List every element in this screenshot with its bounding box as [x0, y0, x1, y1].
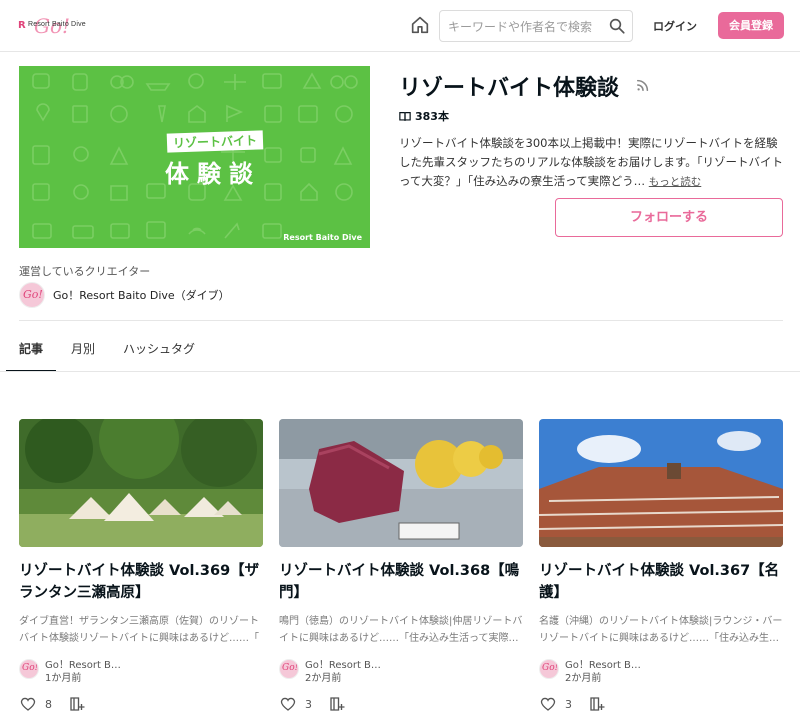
like-count: 8: [45, 697, 52, 711]
divider: [0, 371, 800, 372]
article-card[interactable]: リゾートバイト体験談 Vol.368【鳴門】 鳴門（徳島）のリゾートバイト体験談…: [279, 419, 523, 719]
heart-icon[interactable]: [279, 695, 297, 713]
article-excerpt: 鳴門（徳島）のリゾートバイト体験談|仲居リゾートバイトに興味はあるけど……「住み…: [279, 616, 523, 644]
rss-icon[interactable]: [636, 78, 650, 92]
login-link[interactable]: ログイン: [653, 18, 697, 34]
description-text: リゾートバイト体験談を300本以上掲載中！実際にリゾートバイトを経験した先輩スタ…: [399, 136, 783, 188]
post-time: 2か月前: [565, 673, 602, 684]
article-thumbnail[interactable]: [19, 419, 263, 547]
divider: [19, 320, 783, 321]
magazine-description: リゾートバイト体験談を300本以上掲載中！実際にリゾートバイトを経験した先輩スタ…: [399, 134, 783, 192]
article-thumbnail[interactable]: [539, 419, 783, 547]
add-to-magazine-icon[interactable]: [588, 695, 606, 713]
tab-articles[interactable]: 記事: [6, 334, 57, 372]
post-time: 1か月前: [45, 673, 82, 684]
like-count: 3: [565, 697, 572, 711]
article-actions: 3: [279, 695, 523, 713]
home-icon[interactable]: [409, 14, 431, 36]
tab-hashtag[interactable]: ハッシュタグ: [123, 334, 195, 372]
author-name: Go！Resort B…: [45, 660, 121, 671]
search-box[interactable]: [439, 10, 633, 42]
heart-icon[interactable]: [539, 695, 557, 713]
article-title[interactable]: リゾートバイト体験談 Vol.369【ザランタン三瀬高原】: [19, 560, 263, 604]
magazine-tabs: 記事 月別 ハッシュタグ: [6, 334, 223, 372]
search-icon[interactable]: [608, 17, 626, 35]
magazine-title: リゾートバイト体験談: [399, 76, 620, 101]
article-excerpt: 名護（沖縄）のリゾートバイト体験談|ラウンジ・バーリゾートバイトに興味はあるけど…: [539, 616, 783, 644]
follow-button[interactable]: フォローする: [555, 198, 783, 237]
cover-brand: Resort Baito Dive: [283, 233, 362, 242]
article-card[interactable]: リゾートバイト体験談 Vol.369【ザランタン三瀬高原】 ダイブ直営！ザランタ…: [19, 419, 263, 719]
site-logo[interactable]: Go! R Resort Baito Dive: [18, 10, 88, 42]
article-title[interactable]: リゾートバイト体験談 Vol.368【鳴門】: [279, 560, 523, 604]
avatar: Go!: [279, 659, 299, 679]
article-author[interactable]: Go! Go！Resort B… 2か月前: [539, 659, 783, 685]
add-to-magazine-icon[interactable]: [328, 695, 346, 713]
article-count-value: 383本: [415, 110, 449, 123]
signup-button[interactable]: 会員登録: [718, 12, 784, 39]
article-author[interactable]: Go! Go！Resort B… 2か月前: [279, 659, 523, 685]
article-actions: 3: [539, 695, 783, 713]
article-card[interactable]: リゾートバイト体験談 Vol.367【名護】 名護（沖縄）のリゾートバイト体験談…: [539, 419, 783, 719]
like-count: 3: [305, 697, 312, 711]
cover-badge-main: 体験談: [165, 160, 261, 188]
avatar: Go!: [19, 659, 39, 679]
article-title[interactable]: リゾートバイト体験談 Vol.367【名護】: [539, 560, 783, 604]
tab-monthly[interactable]: 月別: [71, 334, 95, 372]
article-thumbnail[interactable]: [279, 419, 523, 547]
search-input[interactable]: [448, 17, 608, 37]
avatar: Go!: [539, 659, 559, 679]
book-icon: [399, 111, 411, 121]
article-excerpt: ダイブ直営！ザランタン三瀬高原（佐賀）のリゾートバイト体験談リゾートバイトに興味…: [19, 616, 259, 644]
read-more-link[interactable]: もっと読む: [649, 176, 702, 188]
article-author[interactable]: Go! Go！Resort B… 1か月前: [19, 659, 263, 685]
post-time: 2か月前: [305, 673, 342, 684]
add-to-magazine-icon[interactable]: [68, 695, 86, 713]
magazine-cover-image[interactable]: リゾートバイト 体験談 Resort Baito Dive: [19, 66, 370, 248]
creator-name: Go！Resort Baito Dive（ダイブ）: [53, 289, 230, 302]
avatar: Go!: [19, 282, 45, 308]
heart-icon[interactable]: [19, 695, 37, 713]
creator-link[interactable]: Go! Go！Resort Baito Dive（ダイブ）: [19, 282, 230, 308]
creator-label: 運営しているクリエイター: [19, 265, 151, 278]
author-name: Go！Resort B…: [305, 660, 381, 671]
article-count: 383本: [399, 108, 449, 124]
article-actions: 8: [19, 695, 263, 713]
author-name: Go！Resort B…: [565, 660, 641, 671]
top-header: Go! R Resort Baito Dive ログイン 会員登録: [0, 0, 800, 52]
cover-badge-top: リゾートバイト: [166, 130, 264, 153]
